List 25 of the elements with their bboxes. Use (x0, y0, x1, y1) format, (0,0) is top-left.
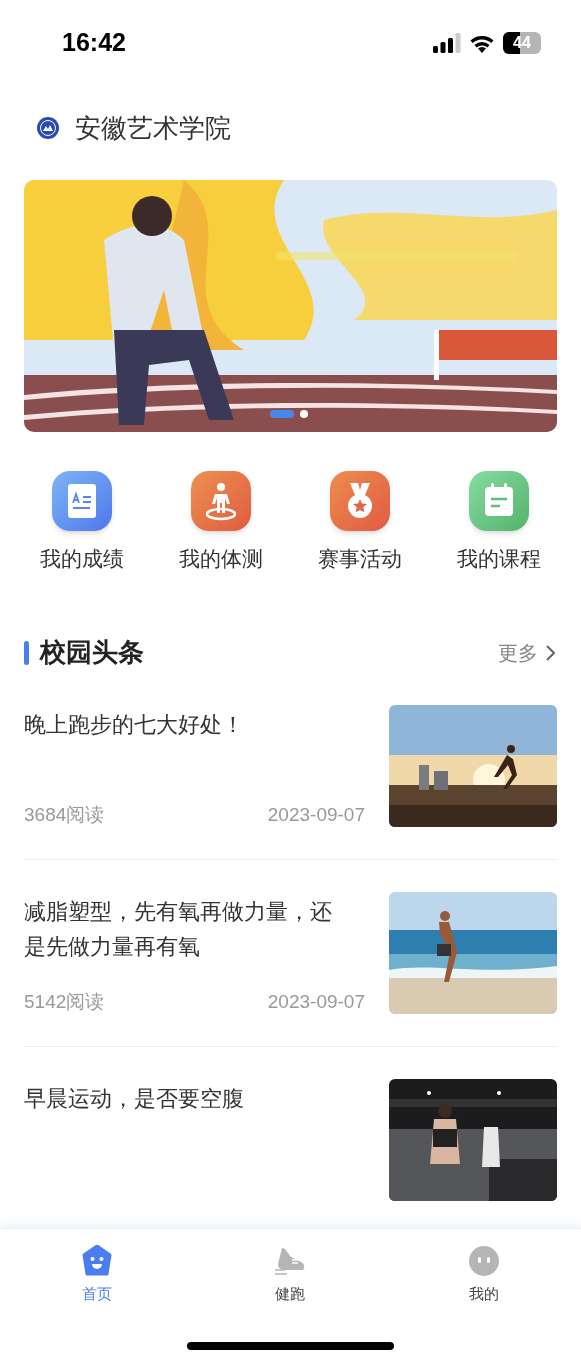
shortcut-button[interactable]: 我的体测 (151, 471, 291, 575)
shortcut-button[interactable]: 赛事活动 (290, 471, 430, 575)
face-icon (81, 1245, 112, 1277)
article-title: 减脂塑型，先有氧再做力量，还是先做力量再有氧 (24, 897, 333, 961)
status-time: 16:42 (62, 26, 126, 58)
signal-icon (433, 32, 461, 53)
read-count: 5142阅读 (24, 989, 105, 1014)
more-link[interactable]: 更多 (498, 637, 555, 668)
article-title: 晚上跑步的七大好处！ (24, 710, 245, 739)
publish-date: 2023-09-07 (267, 802, 365, 827)
school-name: 安徽艺术学院 (75, 111, 231, 145)
tab-item[interactable]: 我的 (387, 1245, 581, 1306)
article-title: 早晨运动，是否要空腹 (24, 1084, 245, 1113)
shortcut-button[interactable]: 我的成绩 (12, 471, 152, 575)
chevron-right-icon (546, 644, 555, 661)
publish-date: 2023-09-07 (267, 989, 365, 1014)
school-logo-icon (37, 117, 59, 139)
shoe-icon (274, 1246, 307, 1276)
tab-item[interactable]: 健跑 (193, 1245, 388, 1306)
tab-item[interactable]: 首页 (0, 1245, 194, 1306)
shortcut-button[interactable]: 我的课程 (429, 471, 569, 575)
read-count: 3684阅读 (24, 802, 105, 827)
section-accent (24, 640, 29, 665)
section-title: 校园头条 (40, 636, 144, 669)
face-icon (469, 1246, 500, 1276)
